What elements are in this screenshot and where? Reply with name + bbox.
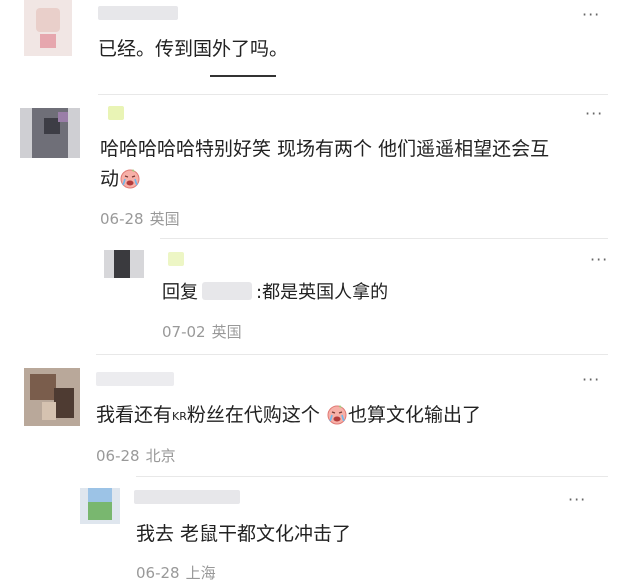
comment-text-line-2: 动 [100,164,141,194]
more-options-button[interactable]: ··· [590,252,608,268]
username-redacted[interactable] [108,106,124,120]
username-redacted[interactable] [98,6,178,20]
cursor-underline [210,75,276,77]
more-options-button[interactable]: ··· [582,372,600,388]
comment-location: 英国 [149,210,180,228]
kr-text: KR [172,410,187,423]
reply-text: 我去 老鼠干都文化冲击了 [136,523,352,545]
comment-text: 我看还有KR粉丝在代购这个 也算文化输出了 [96,403,481,426]
more-options-button[interactable]: ··· [582,7,600,23]
username-redacted[interactable] [134,490,240,504]
avatar[interactable] [24,0,72,56]
comment-text-line-1: 哈哈哈哈哈特别好笑 现场有两个 他们遥遥相望还会互 [100,138,550,160]
reply-location: 上海 [185,564,216,582]
reply-location: 英国 [211,323,242,341]
avatar[interactable] [80,488,120,524]
comment-meta: 06-28 北京 [96,445,176,466]
divider [136,476,608,477]
reply-date: 06-28 [136,564,180,582]
reply-text: 回复:都是英国人拿的 [162,282,389,303]
avatar[interactable] [24,368,80,426]
more-options-button[interactable]: ··· [585,106,603,122]
comment-date: 06-28 [100,210,144,228]
comment-text: 已经。传到国外了吗。 [98,38,289,60]
avatar[interactable] [104,250,144,278]
reply-meta: 06-28 上海 [136,562,216,583]
comment-meta: 06-28 英国 [100,208,180,229]
username-redacted[interactable] [168,252,184,266]
reply-date: 07-02 [162,323,206,341]
reply-meta: 07-02 英国 [162,321,242,342]
comment-date: 06-28 [96,447,140,465]
crying-face-emoji-icon [326,403,348,425]
crying-face-emoji-icon [119,167,141,189]
username-redacted[interactable] [96,372,174,386]
divider [98,94,608,95]
divider [96,354,608,355]
comment-location: 北京 [145,447,176,465]
mentioned-user-redacted[interactable] [202,282,252,300]
more-options-button[interactable]: ··· [568,492,586,508]
avatar[interactable] [20,108,80,158]
divider [160,238,608,239]
